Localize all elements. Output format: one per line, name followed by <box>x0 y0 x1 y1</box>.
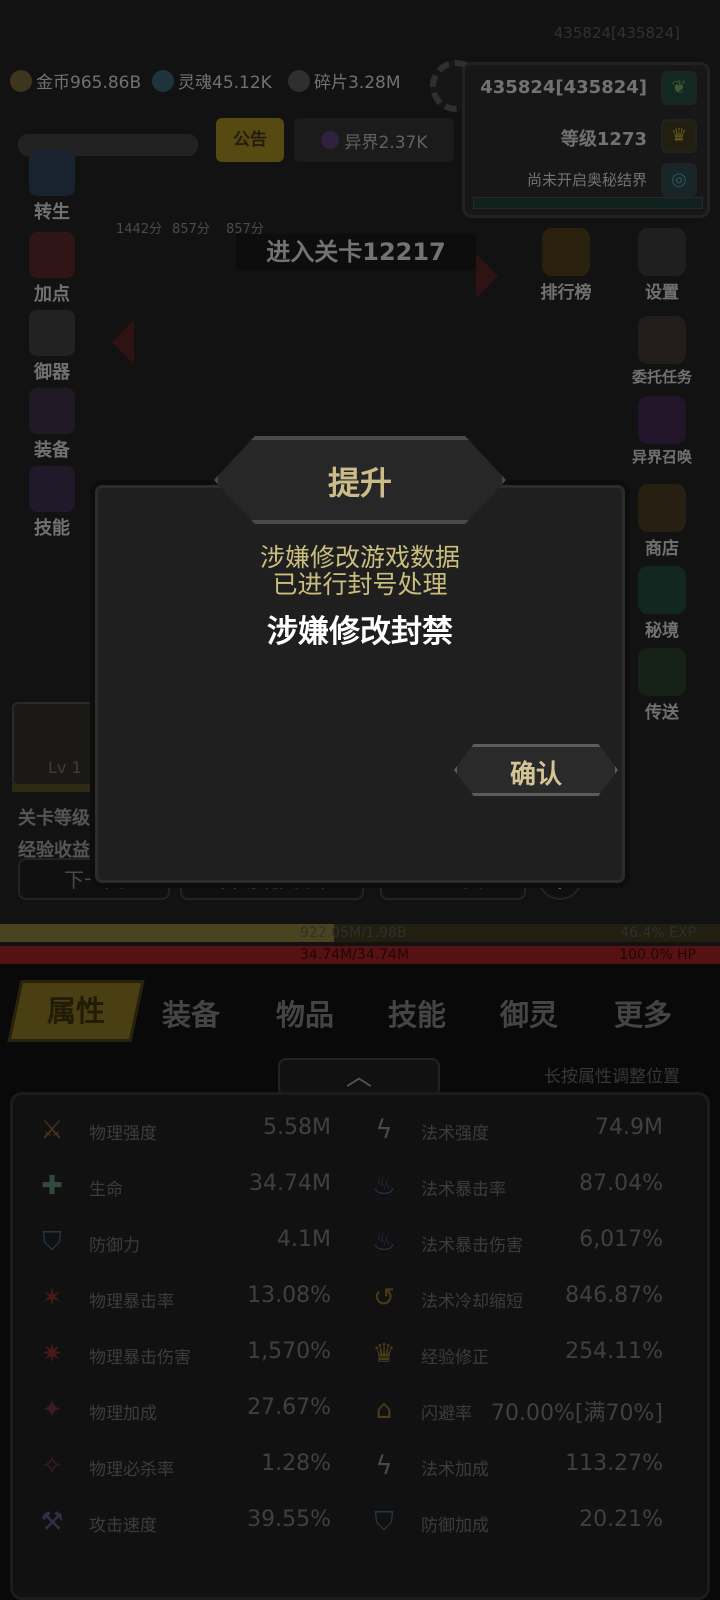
confirm-button-label: 确认 <box>509 760 562 790</box>
ban-dialog <box>90 480 630 888</box>
dialog-title: 提升 <box>327 464 392 502</box>
dialog-headline: 涉嫌修改封禁 <box>267 614 453 650</box>
dialog-message-line2: 已进行封号处理 <box>272 570 448 599</box>
dialog-message: 涉嫌修改游戏数据 已进行封号处理 <box>90 544 630 598</box>
dialog-message-line1: 涉嫌修改游戏数据 <box>259 543 460 572</box>
dialog-title-frame: 提升 <box>214 436 506 524</box>
confirm-button[interactable]: 确认 <box>454 744 618 796</box>
dialog-title-banner: 提升 <box>214 436 506 524</box>
